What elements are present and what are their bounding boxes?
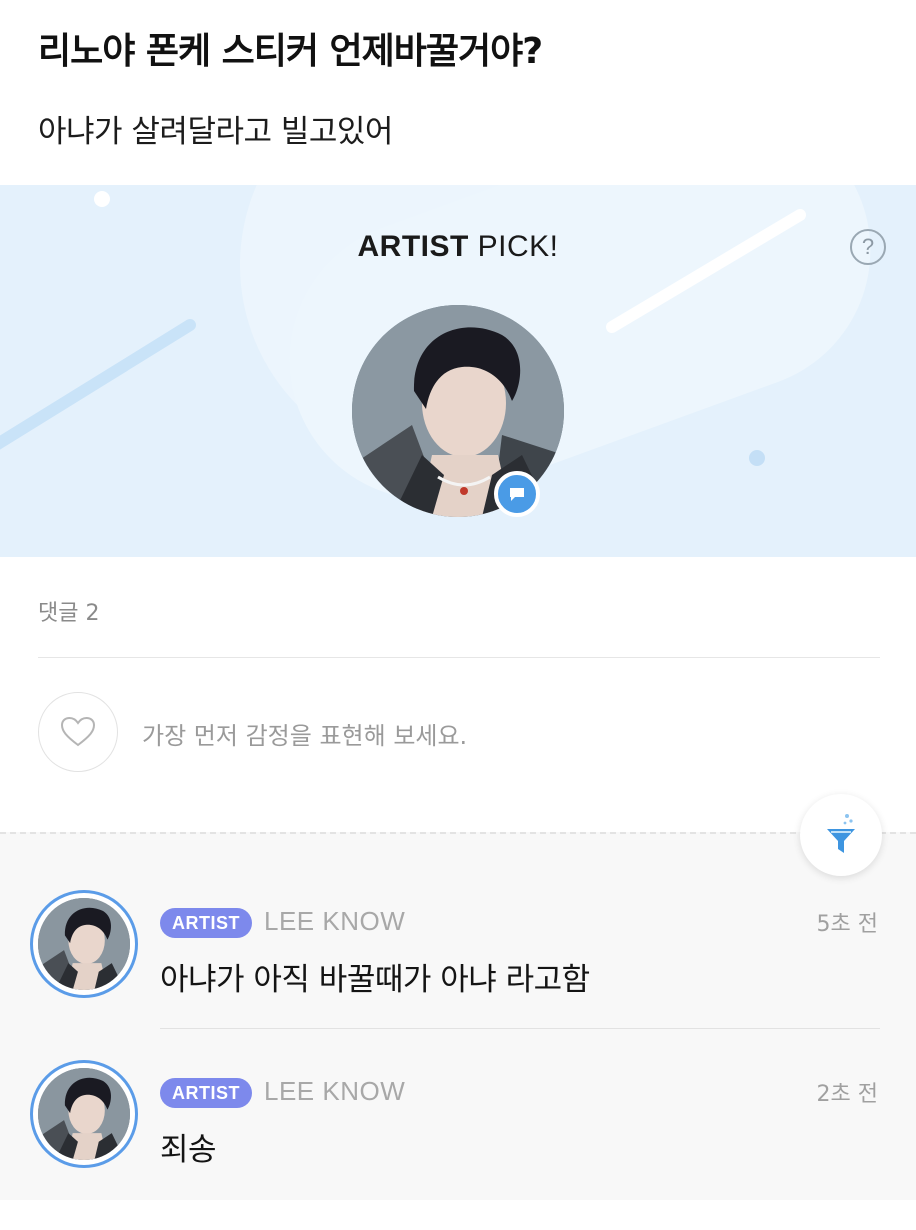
comment-time: 5초 전 <box>816 912 878 937</box>
filter-icon <box>827 814 855 853</box>
help-icon[interactable]: ? <box>850 229 886 265</box>
comment-item: ARTIST LEE KNOW 5초 전 아냐가 아직 바꿀때가 아냐 라고함 <box>0 890 916 1060</box>
artist-pick-title: ARTIST PICK! <box>0 230 916 270</box>
artist-pick-highlight: ARTIST PICK! <box>347 230 569 270</box>
deco-line-left <box>0 319 196 450</box>
artist-badge: ARTIST <box>160 1078 252 1108</box>
comment-text: 아냐가 아직 바꿀때가 아냐 라고함 <box>160 962 590 998</box>
comment-author[interactable]: LEE KNOW <box>264 1076 405 1107</box>
comment-time: 2초 전 <box>816 1082 878 1107</box>
reaction-heart-button[interactable] <box>38 692 118 772</box>
divider <box>38 657 880 658</box>
artist-badge: ARTIST <box>160 908 252 938</box>
comment-text: 죄송 <box>160 1132 217 1168</box>
post-body: 아냐가 살려달라고 빌고있어 <box>38 114 393 150</box>
filter-button[interactable] <box>800 794 882 876</box>
commenter-avatar[interactable] <box>30 1060 138 1168</box>
commenter-photo-art <box>38 898 130 990</box>
commenter-photo <box>38 898 130 990</box>
artist-pick-banner: ARTIST PICK! ? <box>0 185 916 557</box>
commenter-photo-art <box>38 1068 130 1160</box>
deco-dot-right <box>749 450 765 466</box>
comment-count: 댓글 2 <box>38 601 100 626</box>
reaction-prompt[interactable]: 가장 먼저 감정을 표현해 보세요. <box>142 716 467 751</box>
artist-pick-title-bold: ARTIST <box>357 230 469 263</box>
artist-pick-avatar[interactable] <box>352 305 564 517</box>
chat-bubble-icon <box>510 488 524 501</box>
post-title: 리노야 폰케 스티커 언제바꿀거야? <box>38 31 543 72</box>
chat-bubble-badge <box>494 471 540 517</box>
comment-divider <box>160 1028 880 1029</box>
deco-dot-top <box>94 191 110 207</box>
heart-icon <box>60 716 96 747</box>
commenter-photo <box>38 1068 130 1160</box>
comment-author[interactable]: LEE KNOW <box>264 906 405 937</box>
commenter-avatar[interactable] <box>30 890 138 998</box>
comment-item: ARTIST LEE KNOW 2초 전 죄송 <box>0 1060 916 1230</box>
artist-pick-title-regular: PICK! <box>468 230 559 263</box>
